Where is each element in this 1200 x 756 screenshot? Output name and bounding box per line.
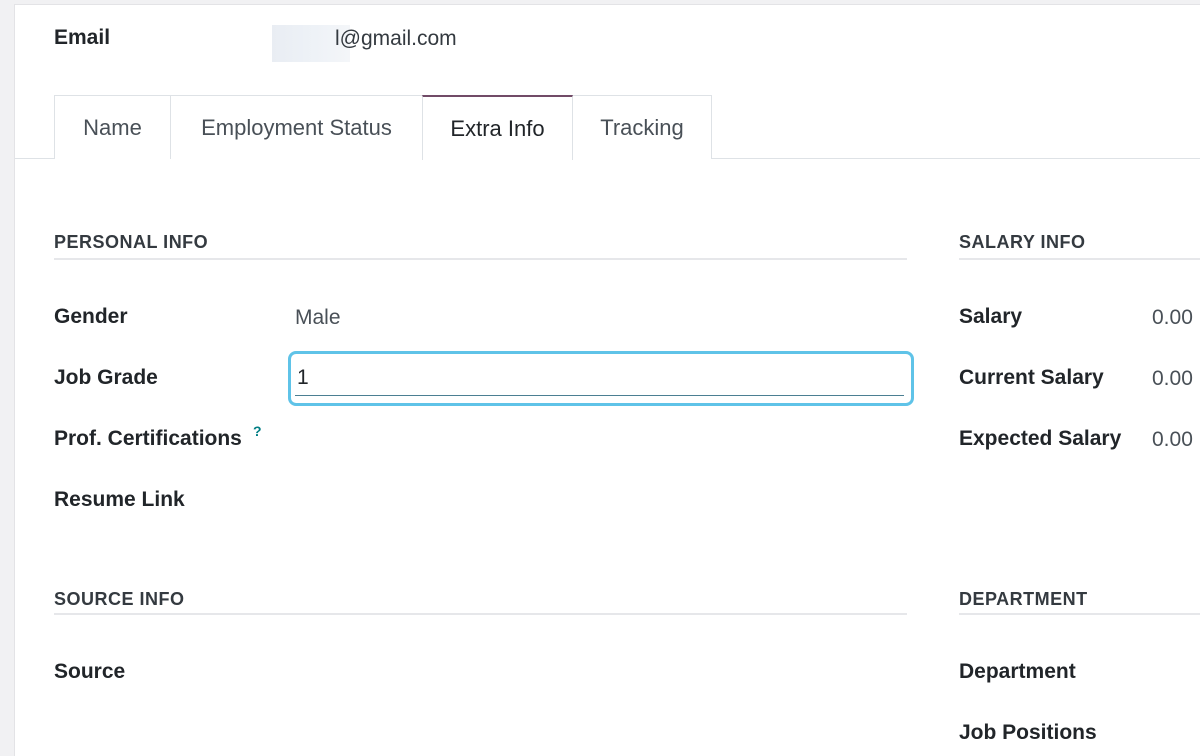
email-label: Email xyxy=(54,26,111,49)
job-positions-label: Job Positions xyxy=(959,721,1097,744)
tab-employment-status[interactable]: Employment Status xyxy=(170,95,423,159)
personal-info-heading: PERSONAL INFO xyxy=(54,232,209,252)
department-label: Department xyxy=(959,660,1076,683)
tab-extra-info[interactable]: Extra Info xyxy=(422,95,573,160)
source-info-divider xyxy=(54,613,907,615)
personal-info-divider xyxy=(54,258,907,260)
salary-info-divider xyxy=(959,258,1200,260)
gender-label: Gender xyxy=(54,305,128,328)
current-salary-value[interactable]: 0.00 xyxy=(1152,367,1193,391)
department-heading: DEPARTMENT xyxy=(959,589,1088,609)
expected-salary-label: Expected Salary xyxy=(959,427,1122,450)
source-label: Source xyxy=(54,660,126,683)
form-sheet: Email l@gmail.com Name Employment Status… xyxy=(14,4,1200,756)
job-grade-label: Job Grade xyxy=(54,366,158,389)
expected-salary-value[interactable]: 0.00 xyxy=(1152,428,1193,452)
department-divider xyxy=(959,613,1200,615)
salary-value[interactable]: 0.00 xyxy=(1152,306,1193,330)
tab-tracking[interactable]: Tracking xyxy=(572,95,712,159)
tab-name[interactable]: Name xyxy=(54,95,171,159)
salary-label: Salary xyxy=(959,305,1023,328)
email-value[interactable]: l@gmail.com xyxy=(335,27,457,51)
current-salary-label: Current Salary xyxy=(959,366,1104,389)
source-info-heading: SOURCE INFO xyxy=(54,589,185,609)
job-grade-input[interactable] xyxy=(295,361,904,396)
salary-info-heading: SALARY INFO xyxy=(959,232,1086,252)
help-icon[interactable]: ? xyxy=(253,423,262,439)
job-grade-field xyxy=(288,351,914,406)
prof-certifications-label: Prof. Certifications xyxy=(54,427,242,450)
resume-link-label: Resume Link xyxy=(54,488,185,511)
gender-value[interactable]: Male xyxy=(295,306,341,330)
